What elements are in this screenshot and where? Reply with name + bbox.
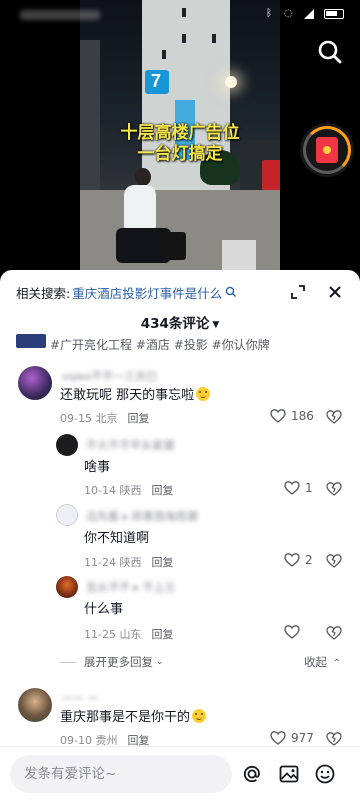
comment-date-location: 11-24 陕西 xyxy=(84,556,142,569)
status-time xyxy=(20,10,100,20)
related-search-query[interactable]: 重庆酒店投影灯事件是什么 xyxy=(72,283,222,302)
collapse-label: 收起 xyxy=(304,655,327,669)
like-count: 1 xyxy=(305,481,313,495)
emoji-icon xyxy=(192,709,207,723)
like-count: 2 xyxy=(305,553,313,567)
comment-author[interactable]: 迅先看 ▸ 异果渤海观潮 xyxy=(86,508,198,524)
light-source xyxy=(225,76,237,88)
comment-sheet: 相关搜索: 重庆酒店投影灯事件是什么 434条评论 ▼ #广开亮化工程 #酒店 #… xyxy=(0,270,360,800)
like-button[interactable]: 1 xyxy=(284,480,313,496)
avatar[interactable] xyxy=(56,434,78,456)
divider xyxy=(60,661,76,663)
avatar[interactable] xyxy=(56,504,78,526)
like-button[interactable]: 2 xyxy=(284,552,313,568)
comment-meta: 09-15 北京 回复 xyxy=(60,410,149,426)
dislike-icon[interactable] xyxy=(326,731,342,747)
heart-icon xyxy=(284,553,300,567)
heart-icon xyxy=(270,731,286,745)
reply-button[interactable]: 回复 xyxy=(151,484,173,497)
tags-text: #广开亮化工程 #酒店 #投影 #你认你牌 xyxy=(50,338,270,352)
comment-input-bar: 发条有爱评论~ xyxy=(0,746,360,800)
comment-meta: 10-14 陕西 回复 xyxy=(84,482,173,498)
heart-icon xyxy=(284,481,300,495)
comment-count[interactable]: 434条评论 ▼ xyxy=(0,312,360,332)
reply-button[interactable]: 回复 xyxy=(151,556,173,569)
video-tags: #广开亮化工程 #酒店 #投影 #你认你牌 xyxy=(16,334,346,352)
like-button[interactable]: 186 xyxy=(270,408,314,424)
comment-text: 还敢玩呢 那天的事忘啦 xyxy=(60,384,211,403)
search-icon xyxy=(225,286,237,298)
like-button[interactable] xyxy=(284,624,305,640)
equipment-box xyxy=(222,240,256,270)
building-left xyxy=(80,40,100,190)
close-icon[interactable] xyxy=(326,283,344,301)
comment-author[interactable]: 至从不不 ▸ 不上兰 xyxy=(86,579,176,595)
expand-more-replies[interactable]: 展开更多回复 ⌄ xyxy=(60,654,164,670)
comment-meta: 11-25 山东 回复 xyxy=(84,626,173,642)
signal-icon xyxy=(304,9,314,19)
caret-down-icon: ▼ xyxy=(212,320,220,330)
comment-input[interactable]: 发条有爱评论~ xyxy=(10,755,232,793)
projector-device xyxy=(166,232,186,260)
dislike-icon[interactable] xyxy=(326,481,342,497)
red-packet-icon xyxy=(316,137,338,163)
comment-text: 重庆那事是不是你干的 xyxy=(60,706,207,725)
reply-button[interactable]: 回复 xyxy=(151,628,173,641)
like-button[interactable]: 977 xyxy=(270,730,314,746)
search-icon[interactable] xyxy=(316,38,344,66)
projected-logo xyxy=(145,70,169,94)
bus xyxy=(262,160,280,190)
mute-icon: ◌ xyxy=(284,8,293,19)
image-icon[interactable] xyxy=(278,763,300,785)
dislike-icon[interactable] xyxy=(326,553,342,569)
heart-icon xyxy=(284,625,300,639)
comment-date-location: 10-14 陕西 xyxy=(84,484,142,497)
related-search-label: 相关搜索: xyxy=(16,285,71,301)
chevron-up-icon: ⌃ xyxy=(332,658,342,669)
tag-badge-icon xyxy=(16,334,46,348)
comment-text: 啥事 xyxy=(84,460,111,475)
avatar[interactable] xyxy=(18,688,52,722)
comment-date-location: 09-15 北京 xyxy=(60,412,118,425)
smile-emoji-icon xyxy=(196,387,211,401)
expand-icon[interactable] xyxy=(290,284,306,300)
dislike-icon[interactable] xyxy=(326,625,342,641)
battery-icon xyxy=(324,9,344,19)
like-count: 186 xyxy=(291,409,314,423)
comment-date-location: 11-25 山东 xyxy=(84,628,142,641)
expand-more-label: 展开更多回复 xyxy=(84,655,153,669)
collapse-replies[interactable]: 收起 ⌃ xyxy=(304,654,341,670)
avatar[interactable] xyxy=(56,576,78,598)
comment-count-text: 434条评论 xyxy=(140,316,210,332)
avatar[interactable] xyxy=(18,366,52,400)
status-bar: ᛒ ◌ xyxy=(0,0,360,30)
at-icon[interactable] xyxy=(241,763,263,785)
dislike-icon[interactable] xyxy=(326,409,342,425)
red-packet-button[interactable] xyxy=(300,123,354,177)
reply-button[interactable]: 回复 xyxy=(127,412,149,425)
emoji-icon[interactable] xyxy=(314,763,336,785)
person-head xyxy=(135,168,151,186)
person-legs xyxy=(116,228,171,263)
comment-text: 什么事 xyxy=(84,602,124,617)
bluetooth-icon: ᛒ xyxy=(266,8,272,19)
comment-text: 你不知道啊 xyxy=(84,531,150,546)
comment-author[interactable]: 一一 一 xyxy=(62,690,99,706)
heart-icon xyxy=(270,409,286,423)
like-count: 977 xyxy=(291,731,314,745)
person-body xyxy=(124,185,156,230)
comment-meta: 11-24 陕西 回复 xyxy=(84,554,173,570)
chevron-down-icon: ⌄ xyxy=(156,657,164,667)
comment-author[interactable]: 不大不不平头家潮 xyxy=(86,437,174,453)
related-search[interactable]: 相关搜索: 重庆酒店投影灯事件是什么 xyxy=(16,282,237,302)
comment-author[interactable]: vqwe不不一三天已 xyxy=(62,368,157,384)
